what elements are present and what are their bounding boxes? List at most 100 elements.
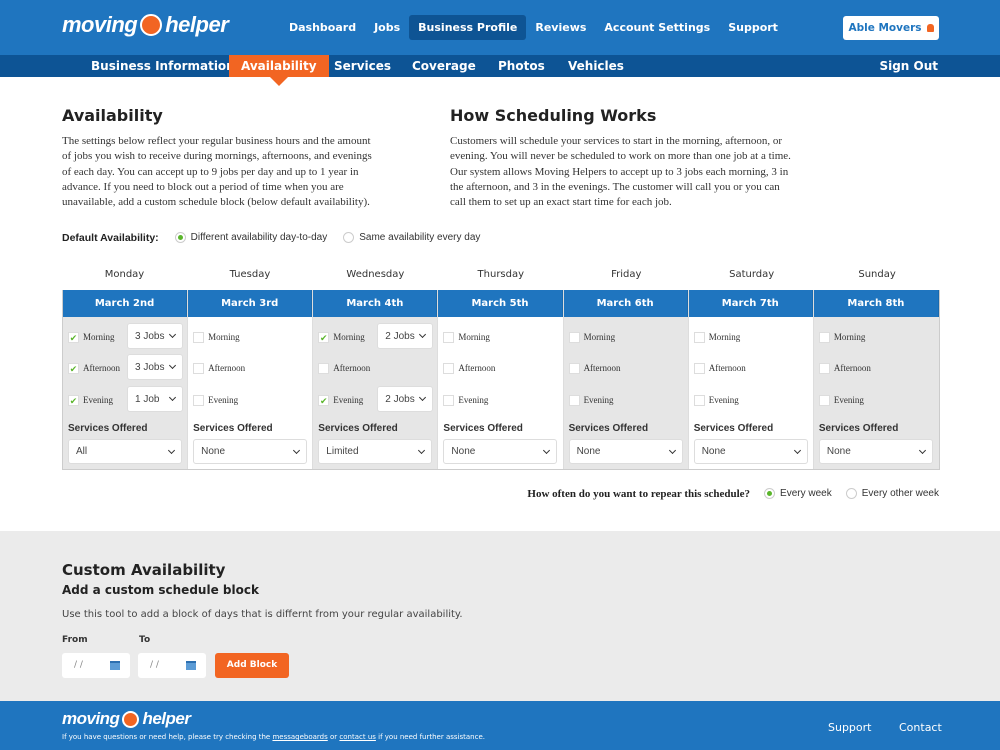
radio-icon[interactable] bbox=[174, 232, 186, 244]
radio-different[interactable]: Different availability day-to-day bbox=[174, 232, 328, 244]
nav-account-settings[interactable]: Account Settings bbox=[595, 15, 719, 40]
slot-evening[interactable]: Evening bbox=[443, 389, 488, 411]
slot-label: Evening bbox=[208, 395, 239, 405]
nav-reviews[interactable]: Reviews bbox=[526, 15, 595, 40]
checkbox[interactable] bbox=[443, 362, 455, 374]
checkbox[interactable] bbox=[568, 331, 580, 343]
radio-same[interactable]: Same availability every day bbox=[343, 232, 480, 244]
jobs-select[interactable]: 3 Jobs bbox=[127, 323, 183, 349]
checkbox[interactable]: ✔ bbox=[318, 394, 330, 406]
checkbox[interactable] bbox=[693, 331, 705, 343]
radio-every-other-week[interactable]: Every other week bbox=[845, 488, 939, 500]
nav-support[interactable]: Support bbox=[719, 15, 787, 40]
checkbox[interactable] bbox=[818, 394, 830, 406]
services-select[interactable]: All bbox=[68, 439, 182, 464]
slot-afternoon[interactable]: Afternoon bbox=[443, 357, 495, 379]
services-select[interactable]: None bbox=[443, 439, 558, 464]
services-select[interactable]: Limited bbox=[318, 439, 433, 464]
availability-title: Availability bbox=[62, 106, 163, 125]
slot-evening[interactable]: Evening bbox=[818, 389, 864, 411]
checkbox[interactable]: ✔ bbox=[68, 362, 79, 374]
slot-afternoon[interactable]: Afternoon bbox=[193, 357, 245, 379]
slot-evening[interactable]: ✔ Evening bbox=[318, 389, 363, 411]
jobs-select[interactable]: 3 Jobs bbox=[127, 354, 183, 380]
logo-text: moving bbox=[62, 709, 120, 728]
checkbox[interactable] bbox=[818, 331, 830, 343]
slot-morning[interactable]: Morning bbox=[568, 326, 615, 348]
slot-label: Evening bbox=[458, 395, 489, 405]
subnav-photos[interactable]: Photos bbox=[486, 55, 557, 77]
chevron-down-icon bbox=[293, 446, 301, 454]
checkbox[interactable]: ✔ bbox=[68, 331, 79, 343]
slot-morning[interactable]: Morning bbox=[818, 326, 865, 348]
checkbox[interactable] bbox=[693, 362, 705, 374]
services-value: None bbox=[576, 446, 601, 457]
services-select[interactable]: None bbox=[693, 439, 808, 464]
slot-afternoon[interactable]: Afternoon bbox=[568, 357, 621, 379]
checkbox[interactable] bbox=[193, 362, 205, 374]
contact-us-link[interactable]: contact us bbox=[339, 733, 376, 741]
slot-evening[interactable]: Evening bbox=[693, 389, 739, 411]
slot-label: Afternoon bbox=[333, 363, 371, 373]
checkbox[interactable] bbox=[693, 394, 705, 406]
day-name: Monday bbox=[104, 269, 145, 280]
radio-label: Different availability day-to-day bbox=[190, 232, 328, 244]
jobs-select[interactable]: 1 Job bbox=[127, 386, 183, 412]
checkbox[interactable] bbox=[443, 394, 455, 406]
to-date-input[interactable]: / / bbox=[138, 653, 206, 678]
slot-morning[interactable]: Morning bbox=[193, 326, 240, 348]
calendar-icon[interactable] bbox=[186, 661, 196, 670]
radio-icon[interactable] bbox=[343, 232, 355, 244]
services-select[interactable]: None bbox=[818, 439, 933, 464]
radio-every-week[interactable]: Every week bbox=[764, 488, 832, 500]
account-button[interactable]: Able Movers bbox=[843, 16, 939, 40]
jobs-value: 3 Jobs bbox=[135, 330, 165, 342]
nav-dashboard[interactable]: Dashboard bbox=[280, 15, 365, 40]
jobs-select[interactable]: 2 Jobs bbox=[377, 323, 434, 349]
from-date-input[interactable]: / / bbox=[62, 653, 130, 678]
subnav-services[interactable]: Services bbox=[322, 55, 403, 77]
chevron-down-icon bbox=[167, 446, 176, 454]
services-select[interactable]: None bbox=[193, 439, 308, 464]
subnav-availability[interactable]: Availability bbox=[229, 55, 329, 86]
add-block-button[interactable]: Add Block bbox=[215, 653, 289, 678]
slot-evening[interactable]: ✔ Evening bbox=[68, 389, 113, 411]
slot-evening[interactable]: Evening bbox=[193, 389, 238, 411]
checkbox[interactable] bbox=[568, 362, 580, 374]
nav-jobs[interactable]: Jobs bbox=[365, 15, 409, 40]
footer-contact-link[interactable]: Contact bbox=[899, 721, 942, 734]
slot-label: Morning bbox=[708, 332, 741, 342]
slot-afternoon[interactable]: Afternoon bbox=[318, 357, 370, 379]
slot-morning[interactable]: Morning bbox=[693, 326, 741, 348]
nav-business-profile[interactable]: Business Profile bbox=[409, 15, 527, 40]
slot-morning[interactable]: Morning bbox=[443, 326, 490, 348]
footer-support-link[interactable]: Support bbox=[828, 721, 871, 734]
checkbox[interactable] bbox=[193, 331, 205, 343]
calendar-icon[interactable] bbox=[110, 661, 120, 670]
slot-afternoon[interactable]: Afternoon bbox=[693, 357, 746, 379]
radio-icon[interactable] bbox=[764, 488, 776, 500]
services-select[interactable]: None bbox=[568, 439, 683, 464]
messageboards-link[interactable]: messageboards bbox=[272, 733, 327, 741]
checkbox[interactable] bbox=[193, 394, 205, 406]
subnav-business-information[interactable]: Business Information bbox=[79, 55, 247, 77]
checkbox[interactable] bbox=[568, 394, 580, 406]
slot-morning[interactable]: ✔ Morning bbox=[68, 326, 115, 348]
jobs-select[interactable]: 2 Jobs bbox=[377, 386, 434, 412]
slot-afternoon[interactable]: Afternoon bbox=[818, 357, 871, 379]
logo[interactable]: moving helper bbox=[62, 12, 229, 38]
slot-afternoon[interactable]: ✔ Afternoon bbox=[68, 357, 120, 379]
subnav-vehicles[interactable]: Vehicles bbox=[556, 55, 636, 77]
day-name: Saturday bbox=[729, 269, 775, 280]
checkbox[interactable]: ✔ bbox=[318, 331, 330, 343]
checkbox[interactable] bbox=[443, 331, 455, 343]
radio-icon[interactable] bbox=[845, 488, 857, 500]
slot-evening[interactable]: Evening bbox=[568, 389, 614, 411]
sign-out-link[interactable]: Sign Out bbox=[867, 55, 950, 77]
subnav-coverage[interactable]: Coverage bbox=[400, 55, 488, 77]
checkbox[interactable] bbox=[818, 362, 830, 374]
checkbox[interactable]: ✔ bbox=[68, 394, 79, 406]
checkbox[interactable] bbox=[318, 362, 330, 374]
slot-morning[interactable]: ✔ Morning bbox=[318, 326, 365, 348]
day-column: March 3rd Morning Afternoon Evening Services… bbox=[188, 290, 314, 469]
